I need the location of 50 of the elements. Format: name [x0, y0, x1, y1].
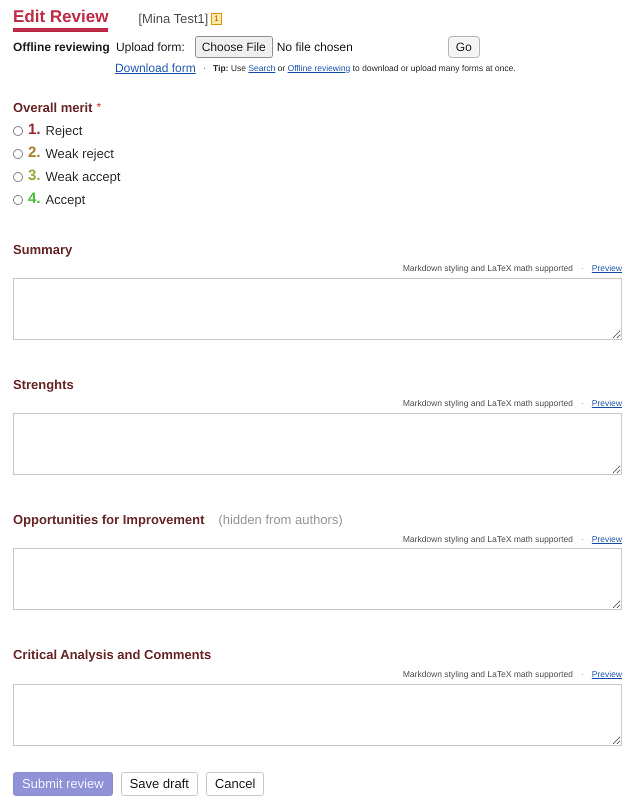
choose-file-button[interactable]: Choose File — [194, 36, 273, 58]
go-button[interactable]: Go — [448, 36, 480, 58]
separator: · — [580, 532, 584, 546]
option-label: Weak reject — [46, 144, 114, 163]
field-label: Critical Analysis and Comments — [13, 646, 212, 664]
separator: · — [580, 397, 584, 410]
conflict-badge: 1 — [211, 13, 222, 25]
tip-link[interactable]: Offline reviewing — [288, 62, 350, 73]
download-link[interactable]: Download form — [115, 59, 196, 77]
merit-option[interactable]: 2. Weak reject — [13, 144, 114, 164]
tip-text: Tip: Use Search or Offline reviewing to download or upload many forms at once. — [213, 62, 516, 74]
format-hint: Markdown styling and LaTeX math supported — [402, 532, 573, 546]
option-label: Accept — [46, 190, 86, 209]
separator: · — [202, 62, 206, 76]
score-number: 1. — [28, 120, 41, 140]
upload-label: Upload form: — [116, 39, 185, 56]
form-button[interactable]: Save draft — [120, 772, 198, 796]
radio-button[interactable] — [13, 126, 23, 136]
format-hint: Markdown styling and LaTeX math supported — [402, 397, 573, 410]
radio-button[interactable] — [13, 148, 23, 158]
separator: · — [580, 262, 584, 275]
required-mark: * — [96, 99, 102, 116]
option-label: Reject — [46, 122, 82, 140]
radio-button[interactable] — [13, 194, 23, 204]
field-note: (hidden from authors) — [218, 511, 343, 529]
tip-link[interactable]: Search — [248, 62, 276, 73]
preview-link[interactable]: Preview — [592, 397, 622, 410]
radio-button[interactable] — [13, 172, 23, 182]
merit-option[interactable]: 1. Reject — [13, 120, 82, 140]
merit-option[interactable]: 3. Weak accept — [13, 166, 120, 186]
form-button[interactable]: Cancel — [206, 772, 264, 796]
option-label: Weak accept — [46, 168, 120, 186]
preview-link[interactable]: Preview — [592, 668, 622, 680]
field-label: Overall merit — [13, 99, 92, 117]
field-label: Summary — [13, 240, 72, 259]
page-title: Edit Review — [13, 6, 108, 32]
section-label: Offline reviewing — [13, 39, 111, 56]
field-label: Strenghts — [13, 376, 74, 394]
merit-option[interactable]: 4. Accept — [13, 190, 86, 210]
preview-link[interactable]: Preview — [592, 262, 622, 275]
score-number: 3. — [28, 166, 41, 186]
score-number: 4. — [28, 189, 41, 210]
paper-title: [Mina Test1] — [138, 10, 208, 28]
preview-link[interactable]: Preview — [592, 532, 622, 546]
field-label: Opportunities for Improvement — [13, 511, 204, 529]
format-hint: Markdown styling and LaTeX math supported — [402, 668, 573, 680]
file-status: No file chosen — [276, 39, 354, 56]
separator: · — [580, 668, 584, 680]
score-number: 2. — [28, 143, 41, 164]
format-hint: Markdown styling and LaTeX math supported — [402, 262, 573, 275]
